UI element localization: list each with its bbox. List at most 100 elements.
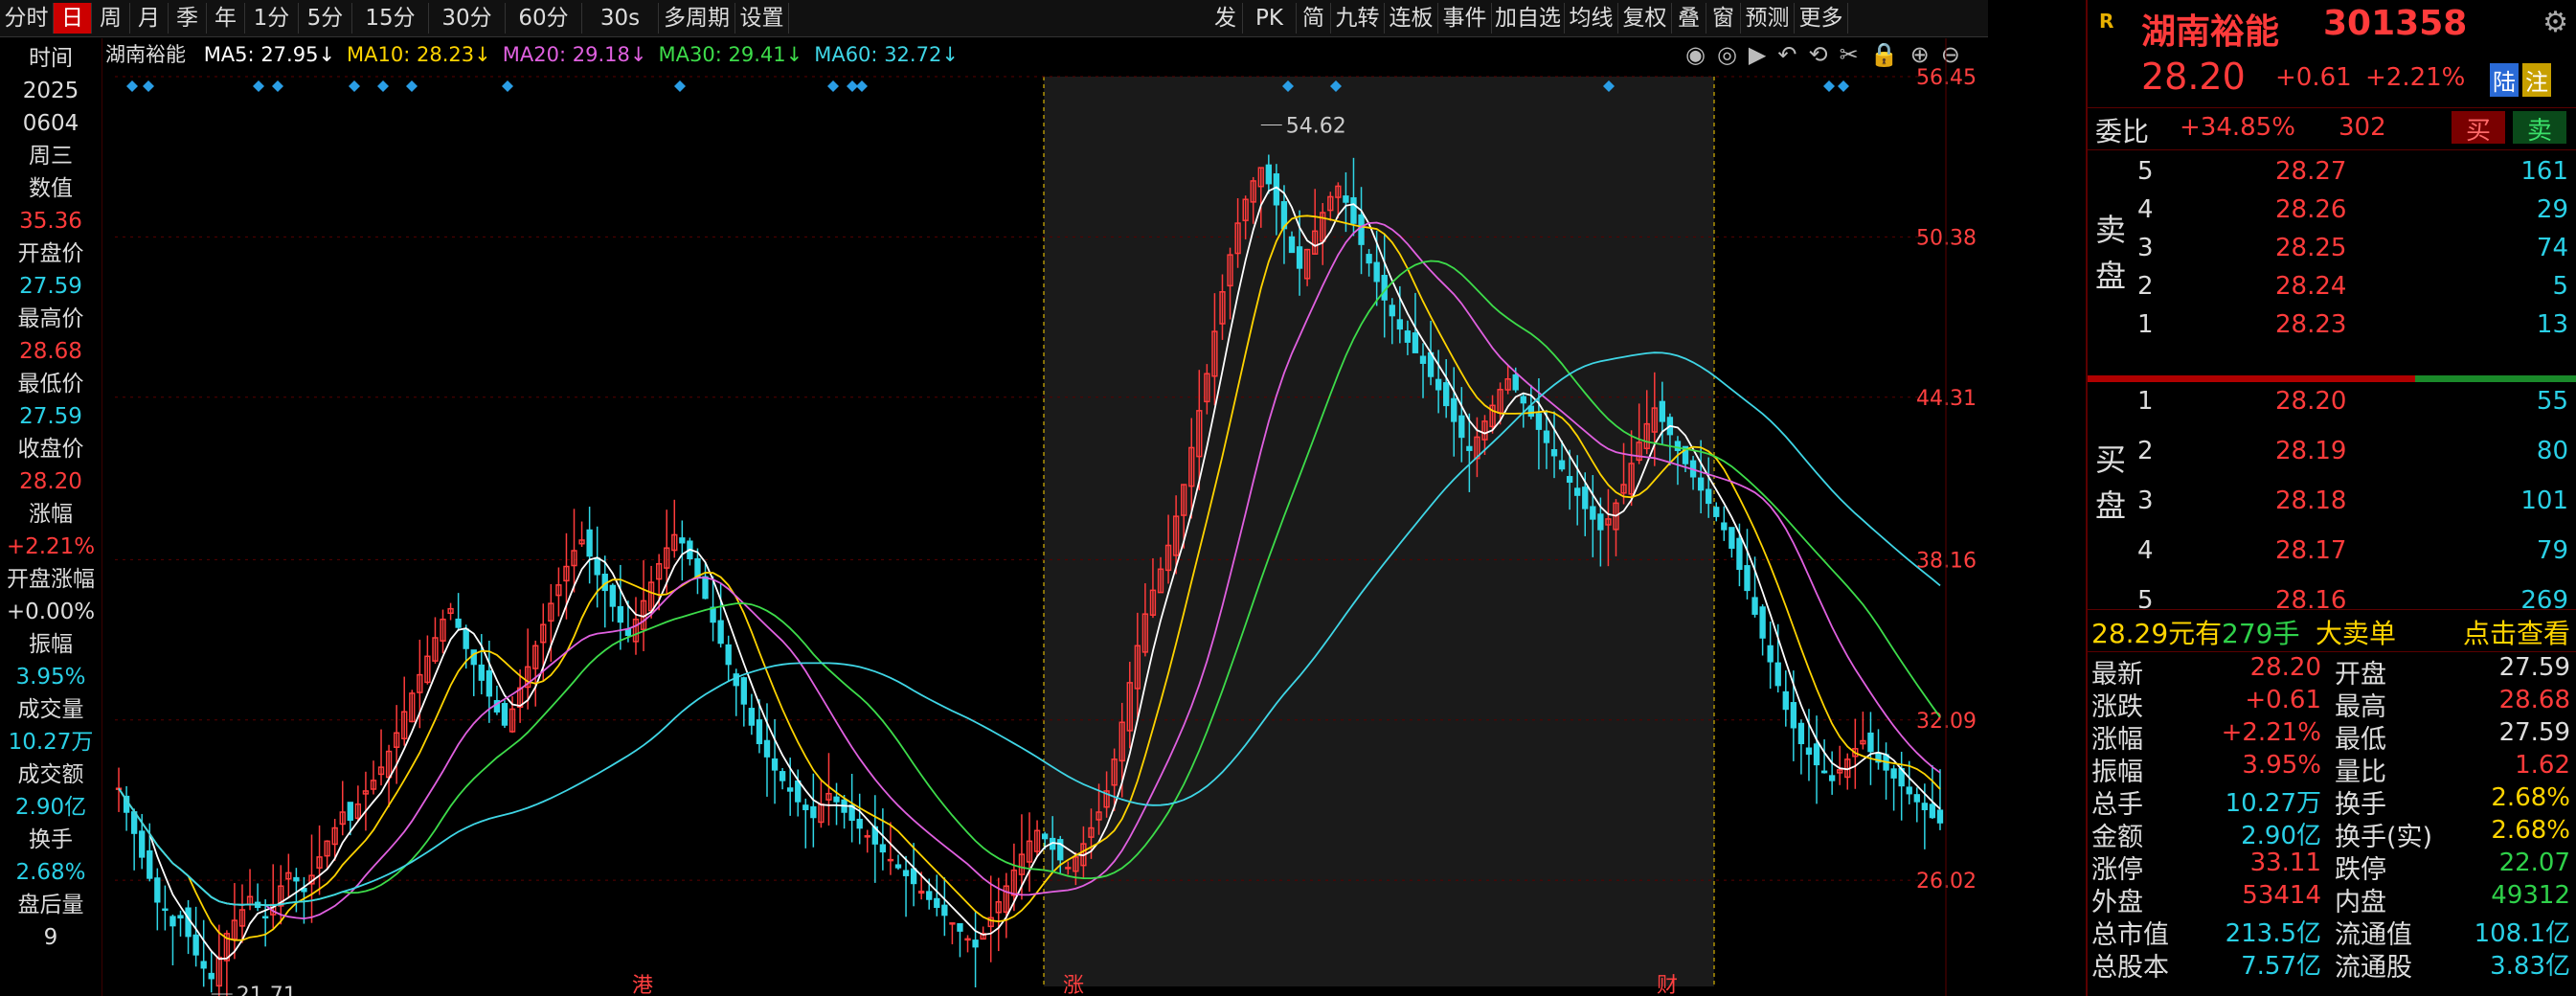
event-marker[interactable] — [253, 80, 264, 92]
candle-body — [177, 915, 184, 919]
period-tab-2[interactable]: 周 — [92, 3, 130, 34]
data-value-12: 2.90亿 — [14, 795, 87, 820]
bid-price[interactable]: 28.20 — [2275, 387, 2346, 416]
big-order-view-link[interactable]: 点击查看 — [2463, 613, 2570, 651]
bottom-event-mark[interactable]: 财 — [1657, 974, 1678, 996]
candle-body — [1759, 606, 1766, 639]
candle-body — [957, 922, 963, 932]
candle-body — [1913, 794, 1920, 803]
event-marker[interactable] — [126, 80, 138, 92]
candle-body — [1890, 768, 1897, 779]
candle-body — [478, 664, 485, 681]
ask-strength-bar — [2088, 375, 2415, 382]
bid-price[interactable]: 28.16 — [2275, 586, 2346, 615]
period-tab-1[interactable]: 日 — [54, 3, 92, 34]
event-marker[interactable] — [272, 80, 283, 92]
period-tab-7[interactable]: 5分 — [299, 3, 352, 34]
ask-price[interactable]: 28.25 — [2275, 234, 2346, 262]
candle-body — [1412, 332, 1419, 353]
period-tab-6[interactable]: 1分 — [245, 3, 299, 34]
event-marker[interactable] — [406, 80, 418, 92]
candle-body — [1288, 236, 1296, 254]
period-tab-5[interactable]: 年 — [207, 3, 245, 34]
low-price-label: 21.71 — [237, 984, 297, 996]
candle-body — [795, 780, 802, 803]
tag-0: 陆 — [2490, 63, 2519, 97]
event-marker[interactable] — [377, 80, 389, 92]
price-change-pct: +2.21% — [2365, 63, 2466, 92]
tool-btn-9[interactable]: 叠 — [1672, 3, 1706, 34]
ask-level: 1 — [2137, 310, 2154, 339]
stat-value: +2.21% — [2221, 718, 2321, 747]
crosshair-data-panel: 时间 2025 0604 周三 数值 35.36 开盘价 27.59 最高价 28.68 最低价 27… — [0, 38, 102, 996]
big-order-price: 28.29元有 — [2091, 618, 2223, 649]
candle-body — [694, 557, 701, 578]
event-marker[interactable] — [1823, 80, 1835, 92]
event-marker[interactable] — [502, 80, 513, 92]
event-marker[interactable] — [827, 80, 839, 92]
kline-chart-area[interactable]: 湖南裕能 MA5: 27.95↓ MA10: 28.23↓ MA20: 29.18↓… — [105, 38, 1982, 996]
bid-volume: 55 — [2536, 387, 2568, 416]
stock-code: 301358 — [2323, 4, 2468, 43]
candle-body — [787, 787, 794, 792]
ask-price[interactable]: 28.23 — [2275, 310, 2346, 339]
event-marker[interactable] — [1838, 80, 1849, 92]
tool-btn-7[interactable]: 均线 — [1565, 3, 1618, 34]
bottom-event-mark[interactable]: 港 — [632, 974, 653, 996]
ask-price[interactable]: 28.24 — [2275, 272, 2346, 301]
bid-price[interactable]: 28.17 — [2275, 536, 2346, 565]
tool-btn-11[interactable]: 预测 — [1741, 3, 1795, 34]
event-marker[interactable] — [674, 80, 686, 92]
ask-price[interactable]: 28.26 — [2275, 195, 2346, 224]
period-tab-11[interactable]: 30s — [582, 3, 659, 34]
stat-value: 33.11 — [2249, 849, 2321, 877]
period-tab-10[interactable]: 60分 — [506, 3, 582, 34]
stat-value: 27.59 — [2498, 653, 2570, 682]
data-label-5: 最高价 — [17, 306, 84, 331]
tool-btn-12[interactable]: 更多 — [1795, 3, 1848, 34]
candle-body — [1419, 355, 1427, 364]
candle-body — [879, 844, 887, 853]
period-tab-8[interactable]: 15分 — [352, 3, 429, 34]
tool-btn-5[interactable]: 事件 — [1438, 3, 1492, 34]
period-tab-13[interactable]: 设置 — [735, 3, 789, 34]
ask-price[interactable]: 28.27 — [2275, 157, 2346, 186]
candle-body — [1828, 775, 1836, 781]
gear-icon[interactable]: ⚙ — [2542, 6, 2568, 39]
data-value-11: 10.27万 — [8, 730, 94, 755]
candle-body — [717, 620, 724, 645]
tool-btn-6[interactable]: 加自选 — [1492, 3, 1565, 34]
tool-btn-4[interactable]: 连板 — [1385, 3, 1438, 34]
stat-value: 2.68% — [2491, 816, 2570, 845]
tool-btn-1[interactable]: PK — [1243, 3, 1297, 34]
bid-volume: 80 — [2536, 437, 2568, 465]
tool-btn-10[interactable]: 窗 — [1706, 3, 1741, 34]
candle-body — [200, 961, 207, 969]
tool-btn-3[interactable]: 九转 — [1331, 3, 1385, 34]
tool-btn-0[interactable]: 发 — [1209, 3, 1243, 34]
data-value-8: +2.21% — [6, 534, 96, 559]
period-tab-0[interactable]: 分时 — [0, 3, 54, 34]
sell-button[interactable]: 卖 — [2513, 111, 2566, 146]
period-tab-9[interactable]: 30分 — [429, 3, 506, 34]
divider — [2088, 651, 2576, 652]
bid-price[interactable]: 28.19 — [2275, 437, 2346, 465]
candle-body — [1867, 732, 1874, 753]
buy-button[interactable]: 买 — [2452, 111, 2505, 146]
tool-btn-2[interactable]: 简 — [1297, 3, 1331, 34]
period-tab-4[interactable]: 季 — [169, 3, 207, 34]
data-value-1: 0604 — [22, 111, 79, 136]
bottom-event-mark[interactable]: 涨 — [1063, 974, 1084, 996]
candle-body — [1906, 786, 1912, 795]
event-marker[interactable] — [349, 80, 360, 92]
data-label-10: 振幅 — [29, 632, 73, 657]
period-tab-12[interactable]: 多周期 — [659, 3, 735, 34]
period-tab-3[interactable]: 月 — [130, 3, 169, 34]
event-marker[interactable] — [143, 80, 154, 92]
tool-btn-8[interactable]: 复权 — [1618, 3, 1672, 34]
bid-price[interactable]: 28.18 — [2275, 487, 2346, 515]
event-marker[interactable] — [856, 80, 868, 92]
bid-volume: 79 — [2536, 536, 2568, 565]
candle-body — [1041, 833, 1049, 840]
kline-svg[interactable]: 56.45 50.38 44.31 38.16 32.09 26.02 54.62 21.71… — [105, 38, 1982, 996]
